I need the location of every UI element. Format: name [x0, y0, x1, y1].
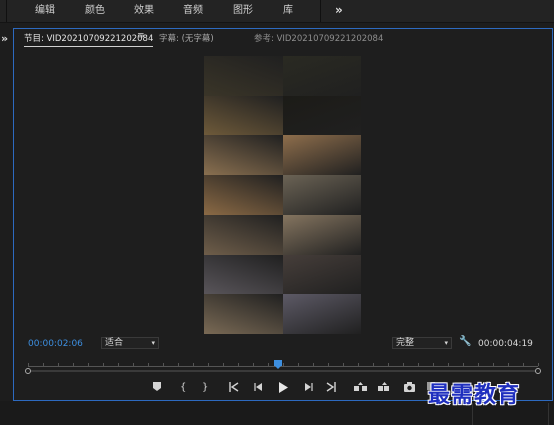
tab-captions[interactable]: 字幕: (无字幕) [159, 32, 214, 44]
menu-effects[interactable]: 效果 [134, 4, 154, 18]
video-frame-tile [204, 254, 283, 295]
scroll-right-handle[interactable] [535, 368, 541, 374]
ruler-tick [373, 363, 374, 366]
ruler-tick [178, 363, 179, 366]
watermark-logo: 最需教育 [428, 382, 521, 408]
marker-icon[interactable] [153, 382, 161, 396]
video-frame-tile [282, 214, 361, 255]
time-ruler[interactable] [28, 360, 539, 369]
menu-separator [320, 0, 321, 22]
current-timecode[interactable]: 00:00:02:06 [28, 339, 83, 349]
ruler-tick [58, 363, 59, 366]
video-frame-tile [204, 56, 283, 96]
ruler-tick [28, 363, 29, 366]
menu-bar: 编辑 颜色 效果 音频 图形 库 » [0, 0, 554, 23]
ruler-tick [163, 363, 164, 366]
play-icon[interactable] [278, 382, 289, 397]
step-forward-icon[interactable] [303, 382, 313, 396]
ruler-tick [283, 363, 284, 366]
scroll-left-handle[interactable] [25, 368, 31, 374]
lift-icon[interactable] [354, 382, 367, 396]
tab-program[interactable]: 节目: VID20210709221202084 [24, 32, 154, 47]
zoom-level-select[interactable]: 适合 ▾ [101, 337, 159, 349]
step-back-icon[interactable] [254, 382, 264, 396]
more-workspaces-icon[interactable]: » [335, 3, 343, 17]
program-monitor-panel: 节目: VID20210709221202084 ≡ 字幕: (无字幕) 参考:… [13, 28, 553, 401]
ruler-tick [448, 363, 449, 366]
ruler-tick [148, 363, 149, 366]
tab-reference[interactable]: 参考: VID20210709221202084 [254, 32, 383, 44]
ruler-tick [358, 363, 359, 366]
chevron-down-icon: ▾ [151, 339, 155, 347]
ruler-tick [118, 363, 119, 366]
ruler-tick [343, 363, 344, 366]
duration-timecode: 00:00:04:19 [478, 339, 533, 349]
settings-wrench-icon[interactable]: 🔧 [459, 336, 471, 347]
menu-separator [6, 0, 7, 22]
ruler-line [28, 366, 538, 367]
panel-menu-icon[interactable]: ≡ [137, 31, 145, 41]
ruler-tick [313, 363, 314, 366]
ruler-tick [328, 363, 329, 366]
ruler-tick [508, 363, 509, 366]
export-frame-icon[interactable] [404, 382, 415, 396]
ruler-tick [298, 363, 299, 366]
video-frame-tile [204, 214, 283, 255]
expand-panels-icon[interactable]: » [1, 32, 8, 45]
menu-libraries[interactable]: 库 [283, 4, 293, 18]
ruler-tick [538, 363, 539, 366]
scroll-track [28, 370, 538, 372]
menu-color[interactable]: 颜色 [85, 4, 105, 18]
ruler-tick [418, 363, 419, 366]
video-frame-tile [282, 175, 361, 215]
ruler-tick [388, 363, 389, 366]
ruler-tick [268, 363, 269, 366]
ruler-tick [433, 363, 434, 366]
ruler-tick [478, 363, 479, 366]
menu-graphics[interactable]: 图形 [233, 4, 253, 18]
video-preview[interactable] [204, 56, 361, 334]
ruler-tick [223, 363, 224, 366]
ruler-tick [88, 363, 89, 366]
ruler-tick [73, 363, 74, 366]
ruler-tick [133, 363, 134, 366]
mark-in-icon[interactable]: { [180, 382, 186, 394]
video-frame-tile [204, 135, 283, 176]
ruler-tick [193, 363, 194, 366]
chevron-down-icon: ▾ [444, 339, 448, 347]
mark-out-icon[interactable]: } [202, 382, 208, 394]
video-frame-tile [282, 254, 361, 295]
video-frame-tile [204, 175, 283, 215]
panel-tab-bar: 节目: VID20210709221202084 ≡ 字幕: (无字幕) 参考:… [14, 29, 552, 47]
video-frame-tile [204, 95, 283, 136]
playback-resolution-value: 完整 [396, 338, 415, 348]
ruler-tick [253, 363, 254, 366]
playback-resolution-select[interactable]: 完整 ▾ [392, 337, 452, 349]
go-to-out-icon[interactable] [326, 382, 336, 396]
video-frame-tile [204, 294, 283, 334]
ruler-tick [493, 363, 494, 366]
go-to-in-icon[interactable] [229, 382, 239, 396]
ruler-tick [103, 363, 104, 366]
menu-edit[interactable]: 编辑 [35, 4, 55, 18]
ruler-tick [208, 363, 209, 366]
video-frame-tile [282, 294, 361, 334]
menu-audio[interactable]: 音频 [183, 4, 203, 18]
ruler-tick [403, 363, 404, 366]
panel-divider [548, 403, 549, 425]
zoom-scrollbar[interactable] [22, 368, 544, 374]
ruler-tick [43, 363, 44, 366]
ruler-tick [238, 363, 239, 366]
ruler-tick [523, 363, 524, 366]
video-frame-tile [282, 56, 361, 96]
video-frame-tile [282, 95, 361, 136]
zoom-level-value: 适合 [105, 338, 124, 348]
ruler-tick [463, 363, 464, 366]
extract-icon[interactable] [378, 382, 391, 396]
video-frame-tile [282, 135, 361, 176]
